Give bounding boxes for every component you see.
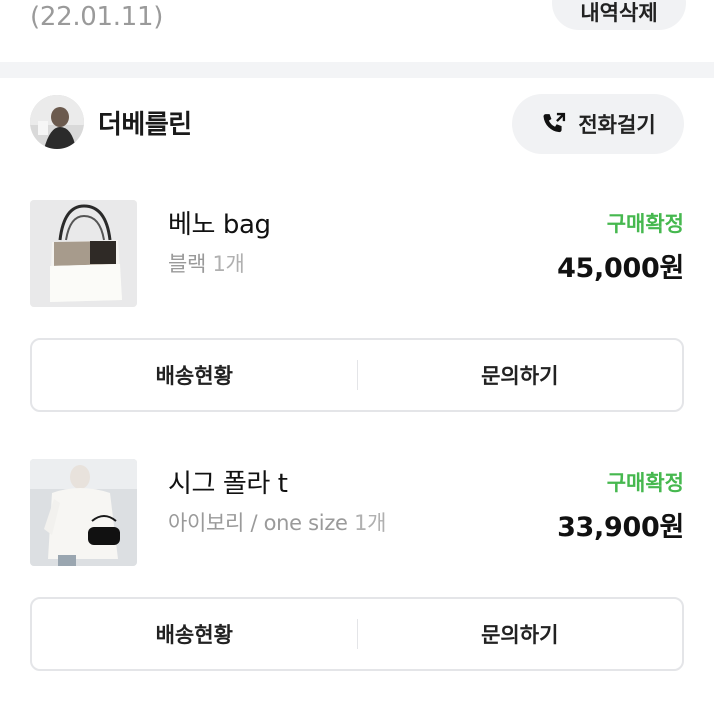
shop-name[interactable]: 더베를린 (98, 104, 192, 141)
product-name[interactable]: 베노 bag (168, 204, 271, 241)
option-text: 블랙 (168, 252, 207, 276)
order-date: (22.01.11) (30, 2, 164, 32)
option-text: 아이보리 / one size (168, 511, 348, 535)
product-option: 아이보리 / one size 1개 (168, 507, 386, 537)
call-button[interactable]: 전화걸기 (512, 94, 684, 154)
section-divider (0, 62, 714, 78)
order-status-badge: 구매확정 (606, 212, 684, 236)
phone-call-icon (540, 110, 568, 138)
order-actions: 배송현황 문의하기 (30, 597, 684, 671)
product-option: 블랙 1개 (168, 248, 245, 278)
quantity-text: 1개 (354, 511, 387, 535)
inquiry-button[interactable]: 문의하기 (358, 340, 683, 410)
delete-history-button[interactable]: 내역삭제 (552, 0, 686, 30)
shop-header: 더베를린 (30, 95, 192, 149)
shop-avatar[interactable] (30, 95, 84, 149)
product-thumbnail[interactable] (30, 200, 137, 307)
inquiry-button[interactable]: 문의하기 (358, 599, 683, 669)
product-thumbnail[interactable] (30, 459, 137, 566)
shipping-status-button[interactable]: 배송현황 (32, 599, 357, 669)
order-price: 33,900원 (557, 512, 684, 543)
call-button-label: 전화걸기 (578, 114, 656, 137)
quantity-text: 1개 (212, 252, 245, 276)
shipping-status-button[interactable]: 배송현황 (32, 340, 357, 410)
order-status-badge: 구매확정 (606, 471, 684, 495)
order-actions: 배송현황 문의하기 (30, 338, 684, 412)
product-name[interactable]: 시그 폴라 t (168, 463, 288, 500)
order-price: 45,000원 (557, 253, 684, 284)
